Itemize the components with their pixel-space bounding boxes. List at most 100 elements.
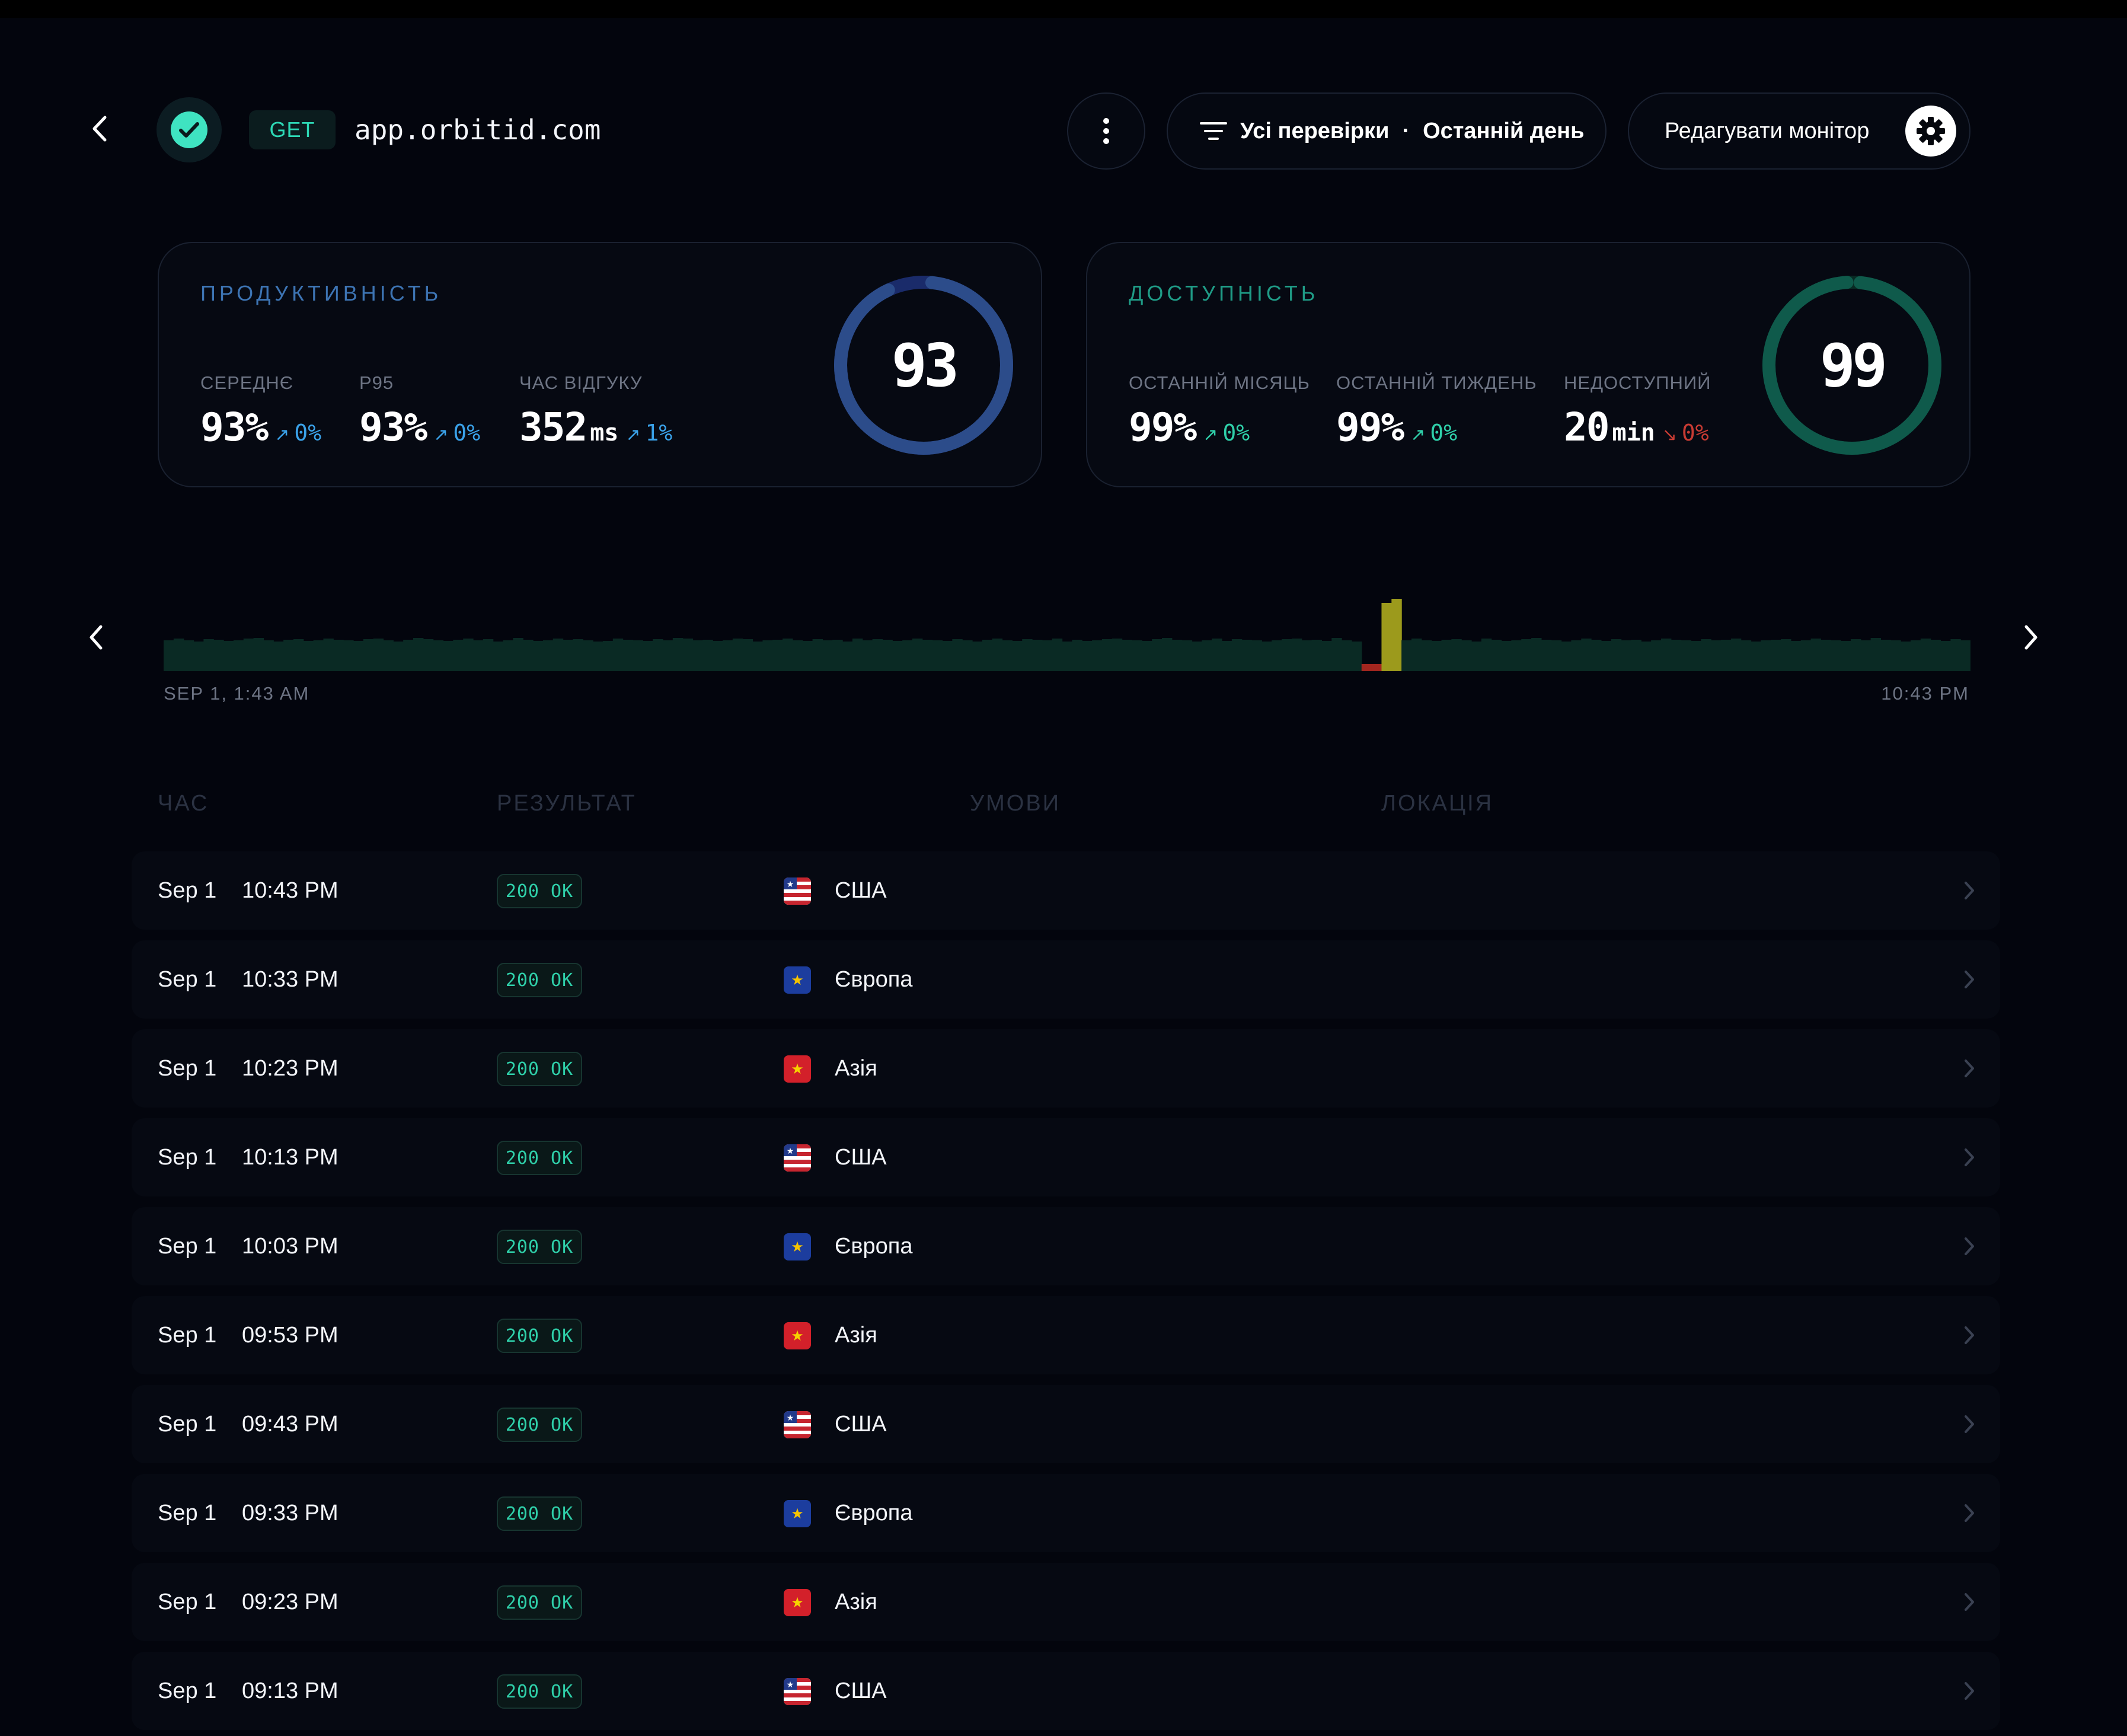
timeline-bar[interactable] [1012, 641, 1023, 671]
timeline-bar[interactable] [742, 639, 753, 671]
timeline-bar[interactable] [1181, 640, 1193, 671]
timeline-bar[interactable] [552, 639, 564, 671]
timeline-bar[interactable] [193, 642, 204, 671]
timeline-bar[interactable] [1291, 639, 1302, 671]
timeline-bar[interactable] [1142, 641, 1152, 671]
timeline-bar[interactable] [1122, 640, 1133, 671]
timeline-bar[interactable] [1261, 642, 1272, 671]
timeline-bar[interactable] [403, 640, 414, 671]
timeline-bar[interactable] [1212, 639, 1222, 671]
table-row[interactable]: Sep 1 10:03 PM 200 OK ★ Європа [132, 1207, 2000, 1285]
timeline-bar[interactable] [952, 639, 963, 671]
timeline-bar[interactable] [343, 640, 354, 671]
timeline-bar[interactable] [363, 639, 374, 671]
timeline-bar[interactable] [682, 639, 694, 671]
timeline-bar[interactable] [313, 640, 324, 671]
timeline-bar[interactable] [233, 640, 244, 671]
timeline-histogram[interactable] [164, 581, 1970, 671]
timeline-bar[interactable] [962, 640, 973, 671]
timeline-bar[interactable] [283, 640, 294, 671]
timeline-bar[interactable] [453, 640, 464, 671]
timeline-bar[interactable] [583, 640, 593, 671]
timeline-bar[interactable] [1342, 640, 1352, 671]
timeline-bar[interactable] [1481, 639, 1492, 671]
timeline-bar[interactable] [423, 639, 434, 671]
timeline-bar[interactable] [1192, 642, 1202, 671]
timeline-bar[interactable] [643, 641, 653, 671]
timeline-bar[interactable] [593, 642, 603, 671]
timeline-bar[interactable] [732, 639, 743, 671]
timeline-bar[interactable] [1920, 639, 1931, 671]
timeline-next-button[interactable] [2013, 617, 2049, 658]
timeline-bar[interactable] [1730, 639, 1742, 671]
timeline-bar[interactable] [892, 641, 903, 671]
timeline-bar[interactable] [1491, 640, 1502, 671]
timeline-bar[interactable] [253, 638, 264, 671]
timeline-bar[interactable] [622, 640, 634, 671]
timeline-bar[interactable] [982, 640, 993, 671]
timeline-bar[interactable] [563, 640, 574, 671]
timeline-bar[interactable] [1721, 640, 1732, 671]
timeline-bar[interactable] [1551, 640, 1562, 671]
timeline-bar[interactable] [1022, 639, 1033, 671]
timeline-bar[interactable] [1761, 640, 1771, 671]
timeline-bar[interactable] [992, 639, 1003, 671]
timeline-bar[interactable] [1621, 640, 1632, 671]
timeline-bar[interactable] [1571, 640, 1582, 671]
timeline-bar[interactable] [443, 641, 453, 671]
timeline-bar[interactable] [832, 640, 843, 671]
timeline-bar[interactable] [1901, 642, 1911, 671]
timeline-bar[interactable] [1152, 639, 1162, 671]
timeline-bar[interactable] [1691, 641, 1701, 671]
timeline-bar[interactable] [183, 640, 194, 671]
timeline-bar[interactable] [842, 642, 853, 671]
timeline-bar[interactable] [1092, 640, 1103, 671]
timeline-bar[interactable] [1841, 641, 1851, 671]
timeline-bar[interactable] [792, 640, 803, 671]
timeline-bar[interactable] [653, 639, 663, 671]
timeline-bar[interactable] [1112, 639, 1123, 671]
timeline-bar[interactable] [852, 639, 863, 671]
timeline-bar[interactable] [783, 639, 793, 671]
timeline-bar[interactable] [333, 640, 344, 671]
timeline-bar[interactable] [273, 642, 284, 671]
timeline-bar[interactable] [1321, 641, 1332, 671]
timeline-bar[interactable] [173, 639, 184, 671]
timeline-bar[interactable] [822, 640, 833, 671]
timeline-bar[interactable] [922, 640, 933, 671]
timeline-bar[interactable] [473, 640, 484, 671]
table-row[interactable]: Sep 1 10:43 PM 200 OK ★ США [132, 851, 2000, 930]
timeline-bar[interactable] [752, 642, 763, 671]
timeline-bar[interactable] [1401, 640, 1412, 671]
timeline-bar[interactable] [1831, 640, 1841, 671]
timeline-bar[interactable] [1541, 640, 1552, 671]
table-row[interactable]: Sep 1 09:23 PM 200 OK ★ Азія [132, 1563, 2000, 1641]
timeline-bar[interactable] [972, 642, 983, 671]
timeline-bar[interactable] [612, 639, 624, 671]
timeline-bar[interactable] [1751, 642, 1761, 671]
timeline-bar[interactable] [1052, 639, 1063, 671]
timeline-bar[interactable] [1890, 640, 1901, 671]
timeline-bar[interactable] [1161, 638, 1173, 671]
timeline-bar[interactable] [1880, 640, 1891, 671]
timeline-bar[interactable] [1381, 603, 1392, 671]
table-row[interactable]: Sep 1 09:13 PM 200 OK ★ США [132, 1652, 2000, 1730]
timeline-bar[interactable] [1781, 639, 1791, 671]
timeline-bar[interactable] [413, 638, 424, 671]
timeline-bar[interactable] [1930, 640, 1941, 671]
timeline-bar[interactable] [463, 639, 474, 671]
timeline-bar[interactable] [293, 639, 304, 671]
timeline-bar[interactable] [1790, 641, 1802, 671]
timeline-bar[interactable] [1461, 640, 1472, 671]
back-button[interactable] [83, 108, 116, 149]
timeline-bar[interactable] [662, 640, 673, 671]
timeline-bar[interactable] [1301, 640, 1312, 671]
timeline-bar[interactable] [573, 639, 583, 671]
timeline-bar[interactable] [1711, 640, 1722, 671]
timeline-bar[interactable] [1282, 639, 1292, 671]
timeline-bar[interactable] [1821, 640, 1831, 671]
timeline-bar[interactable] [902, 640, 913, 671]
timeline-bar[interactable] [912, 639, 923, 671]
timeline-bar[interactable] [383, 640, 394, 671]
timeline-bar[interactable] [533, 641, 544, 671]
